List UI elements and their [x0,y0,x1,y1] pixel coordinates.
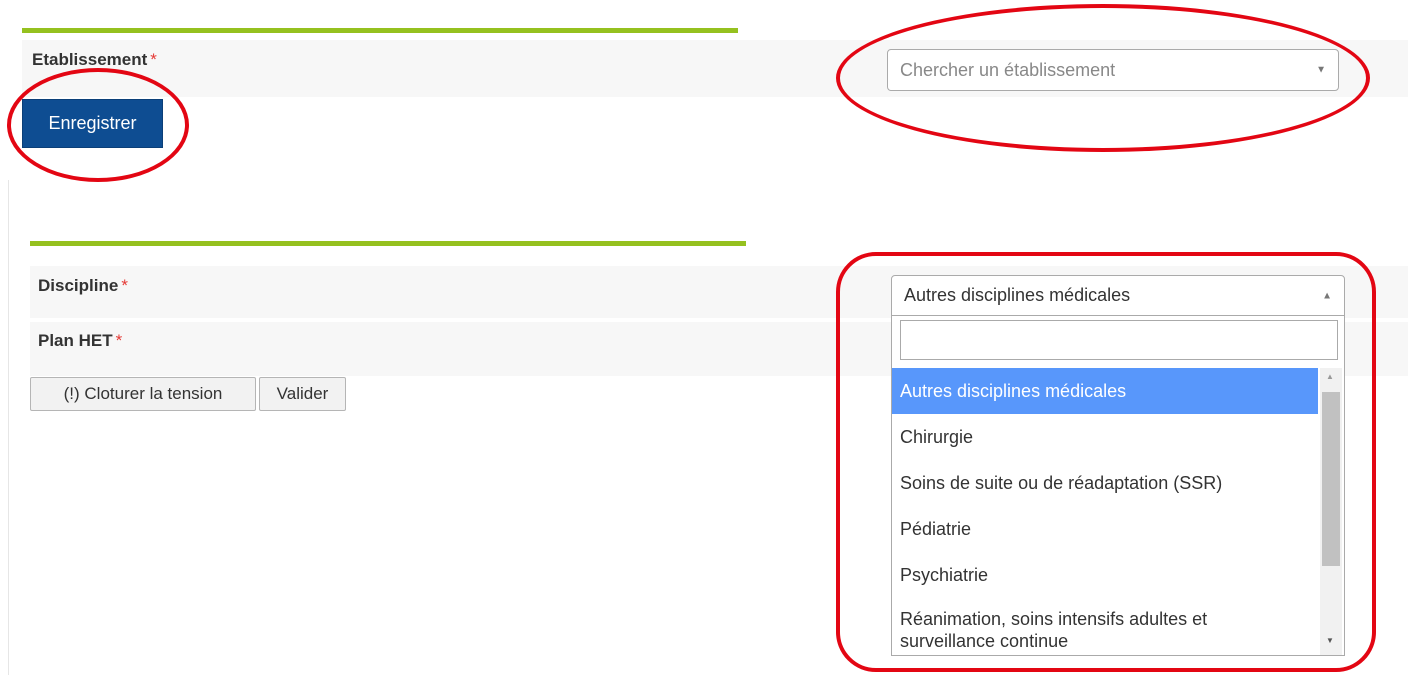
page-left-border [8,180,9,675]
scroll-down-arrow-icon[interactable]: ▼ [1326,636,1334,645]
chevron-down-icon: ▼ [1316,64,1326,76]
required-star: * [121,276,128,295]
required-star: * [115,331,123,350]
discipline-search-input[interactable] [900,320,1338,360]
option-chirurgie[interactable]: Chirurgie [892,414,1318,460]
chevron-up-icon: ▲ [1322,290,1332,301]
option-reanimation[interactable]: Réanimation, soins intensifs adultes et … [892,598,1292,655]
dropdown-scrollbar[interactable]: ▲ ▼ [1320,368,1342,655]
option-psychiatrie[interactable]: Psychiatrie [892,552,1318,598]
option-autres-disciplines[interactable]: Autres disciplines médicales [892,368,1318,414]
save-button[interactable]: Enregistrer [22,99,163,148]
etablissement-select[interactable]: Chercher un établissement ▼ [887,49,1339,91]
scroll-up-arrow-icon[interactable]: ▲ [1326,372,1334,381]
section-divider-top [22,28,738,33]
discipline-select-value: Autres disciplines médicales [904,285,1131,305]
validate-button[interactable]: Valider [259,377,346,411]
etablissement-select-placeholder: Chercher un établissement [900,59,1116,80]
plan-het-label: Plan HET * [38,331,122,351]
discipline-dropdown: Autres disciplines médicales Chirurgie S… [891,316,1345,656]
discipline-select[interactable]: Autres disciplines médicales ▲ [891,275,1345,316]
plan-het-label-text: Plan HET [38,331,113,350]
option-ssr[interactable]: Soins de suite ou de réadaptation (SSR) [892,460,1318,506]
option-pediatrie[interactable]: Pédiatrie [892,506,1318,552]
section-divider-middle [30,241,746,246]
scrollbar-thumb[interactable] [1322,392,1340,566]
discipline-label-text: Discipline [38,276,119,295]
required-star: * [150,50,157,69]
close-tension-button[interactable]: (!) Cloturer la tension [30,377,256,411]
discipline-label: Discipline * [38,276,128,296]
etablissement-label: Etablissement * [32,50,157,70]
etablissement-label-text: Etablissement [32,50,148,69]
